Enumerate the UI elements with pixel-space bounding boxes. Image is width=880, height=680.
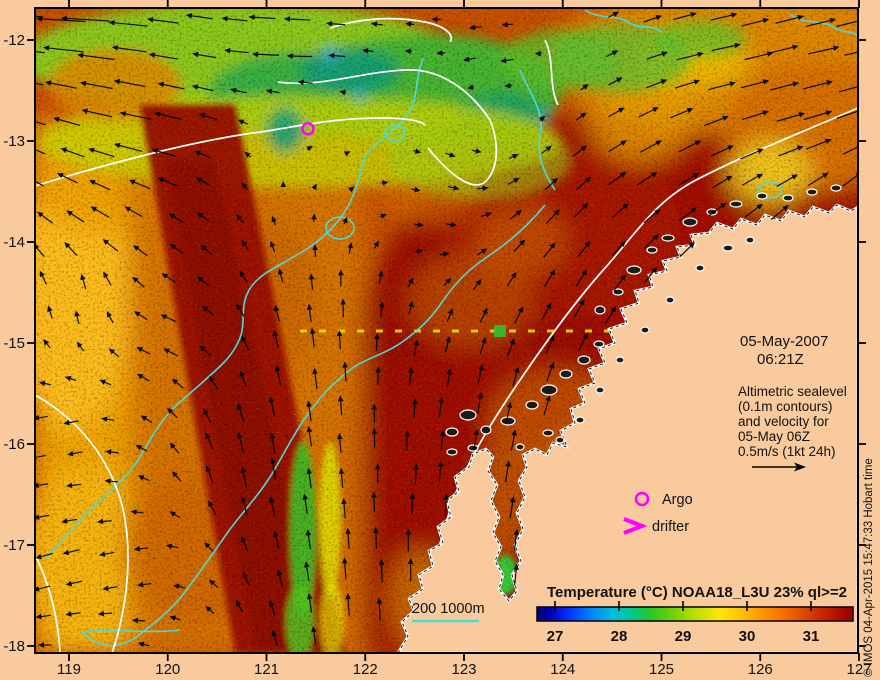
svg-text:27: 27 — [547, 628, 564, 645]
svg-text:-12: -12 — [3, 32, 25, 49]
svg-text:121: 121 — [254, 661, 279, 678]
svg-text:-17: -17 — [3, 537, 25, 554]
svg-text:-13: -13 — [3, 133, 25, 150]
argo-legend-label: Argo — [662, 492, 693, 508]
credit-vertical-text: © IMOS 04-Apr-2015 15:47:33 Hobart time — [863, 458, 875, 677]
figure-canvas: 119 120 121 122 123 124 125 126 127 -12-13-14-15… — [0, 0, 880, 680]
bathy-legend-label: 200 1000m — [412, 601, 485, 617]
svg-text:28: 28 — [611, 628, 628, 645]
svg-text:120: 120 — [155, 661, 180, 678]
colorbar-title: Temperature (°C) NOAA18_L3U 23% ql>=2 — [547, 584, 847, 601]
svg-text:125: 125 — [649, 661, 674, 678]
svg-text:-15: -15 — [3, 335, 25, 352]
time-label: 06:21Z — [757, 351, 804, 368]
date-label: 05-May-2007 — [740, 333, 828, 350]
drifter-legend-label: drifter — [652, 519, 689, 535]
svg-text:29: 29 — [675, 628, 692, 645]
svg-text:30: 30 — [739, 628, 756, 645]
svg-text:124: 124 — [550, 661, 575, 678]
svg-text:31: 31 — [803, 628, 820, 645]
svg-text:123: 123 — [451, 661, 476, 678]
svg-text:(0.1m contours): (0.1m contours) — [738, 399, 833, 414]
svg-text:Altimetric sealevel: Altimetric sealevel — [738, 384, 847, 399]
svg-text:119: 119 — [57, 661, 81, 678]
svg-text:126: 126 — [748, 661, 773, 678]
svg-text:-14: -14 — [3, 234, 25, 251]
sst-map-figure: 119 120 121 122 123 124 125 126 127 -12 -13 -14 -15… — [0, 0, 880, 680]
svg-text:-16: -16 — [3, 436, 25, 453]
svg-text:and velocity for: and velocity for — [738, 414, 829, 429]
colorbar-bar — [536, 606, 854, 622]
svg-text:0.5m/s (1kt 24h): 0.5m/s (1kt 24h) — [738, 444, 836, 459]
svg-text:122: 122 — [353, 661, 378, 678]
svg-text:05-May 06Z: 05-May 06Z — [738, 429, 810, 444]
svg-text:-18: -18 — [3, 638, 25, 655]
